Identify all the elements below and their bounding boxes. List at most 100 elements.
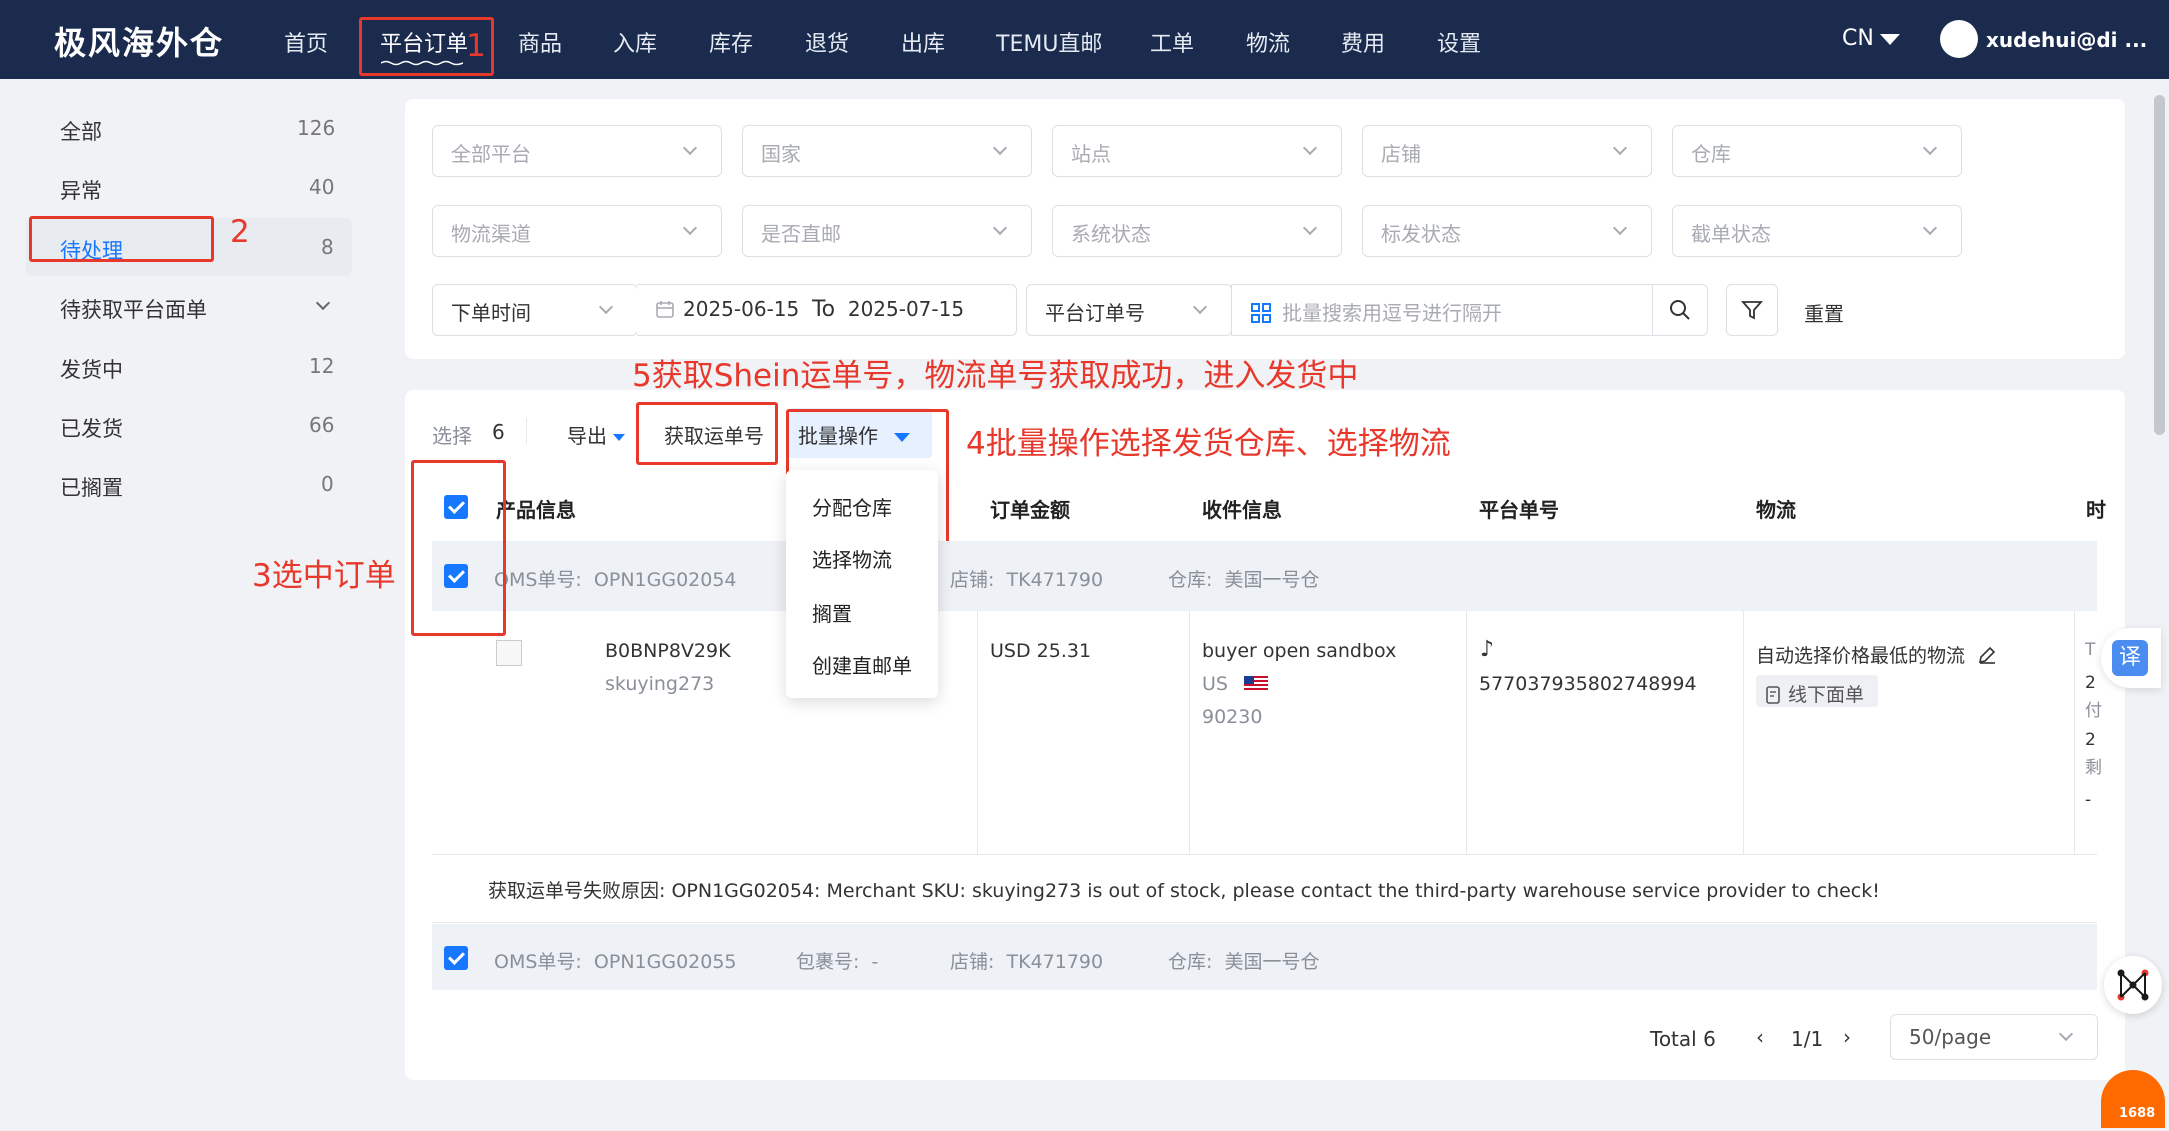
filter-icon xyxy=(1741,301,1763,320)
sidebar-item-shipping[interactable]: 发货中 xyxy=(60,354,123,384)
menu-item-hold[interactable]: 搁置 xyxy=(812,598,852,627)
alibaba-1688-icon[interactable]: 1688 xyxy=(2101,1070,2165,1128)
col-recipient: 收件信息 xyxy=(1202,498,1282,522)
nav-inbound[interactable]: 入库 xyxy=(613,26,657,58)
search-type-select[interactable]: 平台订单号 xyxy=(1026,284,1232,336)
nav-products[interactable]: 商品 xyxy=(518,26,562,58)
platform-select[interactable]: 全部平台 xyxy=(432,125,722,177)
sidebar-item-await-label[interactable]: 待获取平台面单 xyxy=(60,294,207,324)
warehouse-select[interactable]: 仓库 xyxy=(1672,125,1962,177)
order-checkbox[interactable] xyxy=(444,946,468,970)
direct-mail-select[interactable]: 是否直邮 xyxy=(742,205,1032,257)
grid-icon xyxy=(1251,303,1271,323)
order-amount: USD 25.31 xyxy=(990,640,1092,662)
nav-returns[interactable]: 退货 xyxy=(805,26,849,58)
calendar-icon xyxy=(656,301,674,318)
sidebar-count-shipped: 66 xyxy=(309,413,335,437)
user-name[interactable]: xudehui@di ... xyxy=(1986,28,2147,52)
logistics-method[interactable]: 自动选择价格最低的物流 xyxy=(1756,641,1997,668)
shop-select[interactable]: 店铺 xyxy=(1362,125,1652,177)
brand-logo: 极风海外仓 xyxy=(54,24,225,62)
mark-status-select[interactable]: 标发状态 xyxy=(1362,205,1652,257)
seller-sku: skuying273 xyxy=(605,673,715,695)
nav-outbound[interactable]: 出库 xyxy=(901,26,945,58)
pager-prev-icon[interactable]: ‹ xyxy=(1756,1025,1764,1049)
chevron-down-icon[interactable] xyxy=(315,295,331,311)
caret-down-icon xyxy=(613,434,626,441)
nav-temu[interactable]: TEMU直邮 xyxy=(996,26,1102,58)
translate-icon[interactable]: 译 xyxy=(2112,640,2148,676)
col-divider xyxy=(1189,611,1190,854)
chevron-down-icon xyxy=(1302,220,1318,236)
site-select[interactable]: 站点 xyxy=(1052,125,1342,177)
nav-inventory[interactable]: 库存 xyxy=(709,26,753,58)
cutoff-status-select[interactable]: 截单状态 xyxy=(1672,205,1962,257)
col-logistics: 物流 xyxy=(1756,498,1796,522)
platform-order-no[interactable]: 577037935802748994 xyxy=(1479,673,1697,695)
annotation-5: 5获取Shein运单号，物流单号获取成功，进入发货中 xyxy=(632,358,1359,394)
sidebar-count-onhold: 0 xyxy=(321,472,334,496)
page-size-select[interactable]: 50/page xyxy=(1890,1014,2098,1060)
sidebar-item-shipped[interactable]: 已发货 xyxy=(60,413,123,443)
assistant-button[interactable] xyxy=(2104,956,2162,1014)
product-sku: B0BNP8V29K xyxy=(605,640,731,662)
time-col-line: 剩 xyxy=(2085,758,2102,778)
col-divider xyxy=(1743,611,1744,854)
filter-button[interactable] xyxy=(1726,284,1778,336)
row-divider xyxy=(432,922,2097,923)
chevron-down-icon xyxy=(1612,140,1628,156)
shop-label: 店铺: TK471790 xyxy=(950,569,1104,591)
col-divider xyxy=(977,611,978,854)
search-button[interactable] xyxy=(1652,284,1708,336)
select-count: 6 xyxy=(492,420,505,444)
caret-down-icon xyxy=(1879,33,1900,45)
alibaba-1688-label: 1688 xyxy=(2119,1106,2156,1121)
reset-button[interactable]: 重置 xyxy=(1804,298,1844,327)
toolbar-divider xyxy=(526,418,527,444)
annotation-1: 1 xyxy=(466,28,486,64)
export-button[interactable]: 导出 xyxy=(567,420,626,449)
avatar[interactable] xyxy=(1940,20,1978,58)
menu-item-create-direct[interactable]: 创建直邮单 xyxy=(812,650,912,679)
col-amount: 订单金额 xyxy=(990,498,1070,522)
shop-label: 店铺: TK471790 xyxy=(950,951,1104,973)
time-col-line: 2 xyxy=(2085,730,2096,750)
language-switch[interactable]: CN xyxy=(1842,26,1900,51)
menu-item-select-logistics[interactable]: 选择物流 xyxy=(812,544,892,573)
select-label: 选择 xyxy=(432,424,472,448)
buyer-name: buyer open sandbox xyxy=(1202,640,1397,662)
time-col-line: T xyxy=(2085,640,2096,660)
nav-logistics[interactable]: 物流 xyxy=(1246,26,1290,58)
nav-fees[interactable]: 费用 xyxy=(1341,26,1385,58)
top-nav: 极风海外仓 首页 平台订单 商品 入库 库存 退货 出库 TEMU直邮 工单 物… xyxy=(0,0,2169,79)
search-icon xyxy=(1670,300,1690,320)
sidebar-item-all[interactable]: 全部 xyxy=(60,116,102,146)
tiktok-icon: ♪ xyxy=(1480,637,1495,662)
system-status-select[interactable]: 系统状态 xyxy=(1052,205,1342,257)
sidebar-item-onhold[interactable]: 已搁置 xyxy=(60,472,123,502)
col-platform-no: 平台单号 xyxy=(1479,498,1559,522)
pager-next-icon[interactable]: › xyxy=(1843,1025,1851,1049)
package-label: 包裹号: - xyxy=(796,951,879,973)
chevron-down-icon xyxy=(598,299,614,315)
country-select[interactable]: 国家 xyxy=(742,125,1032,177)
logistics-channel-select[interactable]: 物流渠道 xyxy=(432,205,722,257)
nav-home[interactable]: 首页 xyxy=(284,26,328,58)
menu-item-assign-warehouse[interactable]: 分配仓库 xyxy=(812,492,892,521)
pager-total: Total 6 xyxy=(1650,1027,1716,1051)
annotation-box-2 xyxy=(29,216,214,262)
batch-search-input[interactable]: 批量搜索用逗号进行隔开 xyxy=(1231,284,1656,336)
nav-settings[interactable]: 设置 xyxy=(1437,26,1481,58)
nav-tickets[interactable]: 工单 xyxy=(1150,26,1194,58)
annotation-box-3 xyxy=(411,460,506,636)
scrollbar-thumb[interactable] xyxy=(2154,95,2165,435)
oms-label: OMS单号: OPN1GG02054 xyxy=(494,569,737,591)
chevron-down-icon xyxy=(992,220,1008,236)
edit-icon[interactable] xyxy=(1977,645,1997,665)
network-icon xyxy=(2117,969,2149,1001)
chevron-down-icon xyxy=(2058,1026,2074,1042)
date-range-picker[interactable]: 2025-06-15 To 2025-07-15 xyxy=(637,284,1017,336)
time-type-select[interactable]: 下单时间 xyxy=(432,284,638,336)
sidebar-item-abnormal[interactable]: 异常 xyxy=(60,175,102,205)
document-icon xyxy=(1766,686,1780,704)
